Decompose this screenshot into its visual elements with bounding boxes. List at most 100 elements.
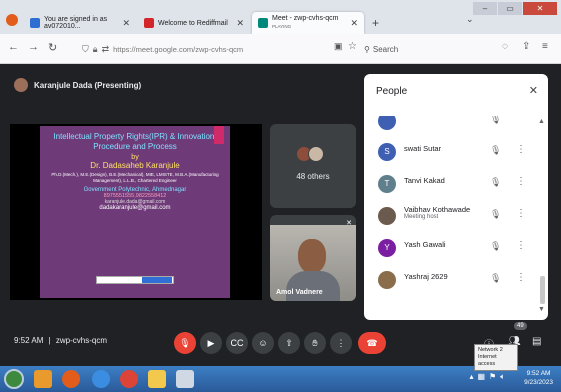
reload-icon[interactable]: ↻ [48, 41, 57, 54]
search-placeholder: Search [372, 44, 399, 54]
address-bar[interactable]: ⛉ 🔒︎ ⇄ https://meet.google.com/zwp-cvhs-… [78, 39, 358, 59]
list-item: S swati Sutar 🎙︎ ⋮ [364, 136, 538, 168]
more-options-icon[interactable]: ⋮ [516, 240, 526, 251]
notepad-icon[interactable] [176, 370, 194, 388]
minimize-icon[interactable]: – [473, 2, 497, 15]
forward-arrow-icon[interactable]: → [28, 41, 39, 53]
tab-close-icon[interactable]: ✕ [236, 18, 244, 29]
more-options-icon[interactable]: ⋮ [516, 272, 526, 283]
volume-icon[interactable]: 🔈︎ [500, 372, 505, 382]
lock-icon[interactable]: 🔒︎ [93, 44, 98, 55]
meeting-time: 9:52 AM [14, 336, 44, 345]
media-player-icon[interactable] [34, 370, 52, 388]
meeting-controls-bar: 9:52 AM | zwp-cvhs-qcm 🎙︎ ▶ CC ☺ ⇧ ✋︎ ⋮ … [0, 322, 561, 371]
scroll-down-icon[interactable]: ▼ [538, 306, 545, 313]
pocket-icon[interactable]: ◌ [502, 41, 508, 52]
tab-close-icon[interactable]: ✕ [350, 18, 358, 29]
bookmark-star-icon[interactable]: ☆ [348, 41, 357, 52]
tab-signed-in[interactable]: You are signed in as av072010... ✕ [24, 12, 136, 34]
chrome-icon[interactable] [120, 370, 138, 388]
tab-close-icon[interactable]: ✕ [122, 18, 130, 29]
scroll-up-icon[interactable]: ▲ [538, 118, 545, 125]
mic-off-icon: ✕ [346, 220, 352, 227]
tab-rediffmail[interactable]: Welcome to Rediffmail ✕ [138, 12, 250, 34]
avatar: Y [378, 239, 396, 257]
mic-toggle-button[interactable]: 🎙︎ [174, 332, 196, 354]
show-hidden-icons-icon[interactable]: ▴ [469, 372, 473, 382]
leave-call-button[interactable]: ☎ [358, 332, 386, 354]
back-arrow-icon[interactable]: ← [8, 41, 19, 53]
search-box[interactable]: ⚲ Search [364, 40, 484, 58]
camera-participant-name: Amol Vadnere [276, 289, 323, 296]
network-icon[interactable]: ▦ [477, 372, 485, 382]
flag-icon[interactable]: ⚑ [489, 372, 496, 382]
participant-list-scrollbar[interactable]: ▲ ▼ [538, 118, 546, 316]
site-favicon-icon [30, 18, 40, 28]
meet-stage: Karanjule Dada (Presenting) Intellectual… [0, 64, 561, 371]
start-button[interactable] [4, 369, 24, 389]
slide-email-2: dadakaranjule@gmail.com [99, 205, 171, 211]
firefox-logo-icon[interactable] [6, 14, 18, 26]
list-item: 🎙︎ [364, 116, 538, 134]
participant-name: Yash Gawali [404, 240, 446, 249]
people-title: People [376, 86, 408, 97]
raise-hand-button[interactable]: ✋︎ [304, 332, 326, 354]
list-tabs-chevron-icon[interactable]: ⌄ [466, 14, 474, 25]
presentation-tile[interactable]: Intellectual Property Rights(IPR) & Inno… [10, 124, 262, 300]
others-tile[interactable]: 48 others [270, 124, 356, 208]
close-panel-icon[interactable]: ✕ [529, 84, 538, 97]
presenter-bar: Karanjule Dada (Presenting) [14, 78, 141, 92]
list-item: Yashraj 2629 🎙︎ ⋮ [364, 264, 538, 296]
camera-toggle-button[interactable]: ▶ [200, 332, 222, 354]
more-options-icon[interactable]: ⋮ [516, 176, 526, 187]
participant-name: Tanvi Kakad [404, 176, 445, 185]
camera-tile[interactable]: ✕ Amol Vadnere [270, 215, 356, 301]
url-text[interactable]: https://meet.google.com/zwp-cvhs-qcm [113, 45, 243, 54]
more-options-button[interactable]: ⋮ [330, 332, 352, 354]
scroll-thumb[interactable] [540, 276, 545, 304]
search-icon: ⚲ [364, 44, 370, 54]
chat-icon[interactable]: ▤ [532, 336, 541, 347]
captions-button[interactable]: CC [226, 332, 248, 354]
avatar [308, 146, 324, 162]
mic-off-icon[interactable]: 🎙︎ [490, 241, 501, 252]
share-icon[interactable]: ⇪ [522, 41, 530, 52]
shield-icon[interactable]: ⛉ [82, 44, 89, 55]
maximize-icon[interactable]: ▭ [498, 2, 522, 15]
browser-tab-strip: You are signed in as av072010... ✕ Welco… [0, 0, 561, 34]
file-explorer-icon[interactable] [148, 370, 166, 388]
browser-navigation-bar: ← → ↻ ⛉ 🔒︎ ⇄ https://meet.google.com/zwp… [0, 34, 561, 64]
presenter-label: Karanjule Dada (Presenting) [34, 80, 142, 90]
present-screen-button[interactable]: ⇧ [278, 332, 300, 354]
mic-off-icon[interactable]: 🎙︎ [490, 116, 501, 125]
emoji-reaction-button[interactable]: ☺ [252, 332, 274, 354]
permissions-icon[interactable]: ⇄ [102, 44, 110, 55]
tab-title: Welcome to Rediffmail [158, 19, 228, 27]
slide-author: Dr. Dadasaheb Karanjule [90, 161, 180, 170]
internet-explorer-icon[interactable] [92, 370, 110, 388]
slide-title: Intellectual Property Rights(IPR) & Inno… [53, 132, 217, 151]
slide-embedded-button [142, 277, 172, 283]
meet-favicon-icon [258, 18, 268, 28]
tab-playing-label: PLAYING [272, 24, 292, 29]
window-close-icon[interactable]: ✕ [523, 2, 557, 15]
participant-count-badge: 49 [514, 322, 527, 330]
more-options-icon[interactable]: ⋮ [516, 208, 526, 219]
mic-off-icon[interactable]: 🎙︎ [490, 177, 501, 188]
slide-badge [214, 126, 224, 144]
tab-meet-active[interactable]: Meet - zwp-cvhs-qcm PLAYING ✕ [252, 12, 364, 34]
network-tooltip: Network 2 Internet access [474, 344, 518, 371]
mic-off-icon[interactable]: 🎙︎ [490, 273, 501, 284]
mic-off-icon[interactable]: 🎙︎ [490, 209, 501, 220]
people-panel: People ✕ 🎙︎ S swati Sutar 🎙︎ ⋮ T Tanvi K… [364, 74, 548, 320]
mic-off-icon[interactable]: 🎙︎ [490, 145, 501, 156]
menu-icon[interactable]: ≡ [542, 41, 548, 52]
rediff-favicon-icon [144, 18, 154, 28]
new-tab-button[interactable]: + [372, 16, 379, 30]
taskbar-clock[interactable]: 9:52 AM 9/23/2023 [524, 369, 553, 387]
firefox-icon[interactable] [62, 370, 80, 388]
reader-view-icon[interactable]: ▣ [334, 41, 343, 52]
more-options-icon[interactable]: ⋮ [516, 144, 526, 155]
participant-name: swati Sutar [404, 144, 442, 153]
clock-time: 9:52 AM [526, 370, 551, 377]
